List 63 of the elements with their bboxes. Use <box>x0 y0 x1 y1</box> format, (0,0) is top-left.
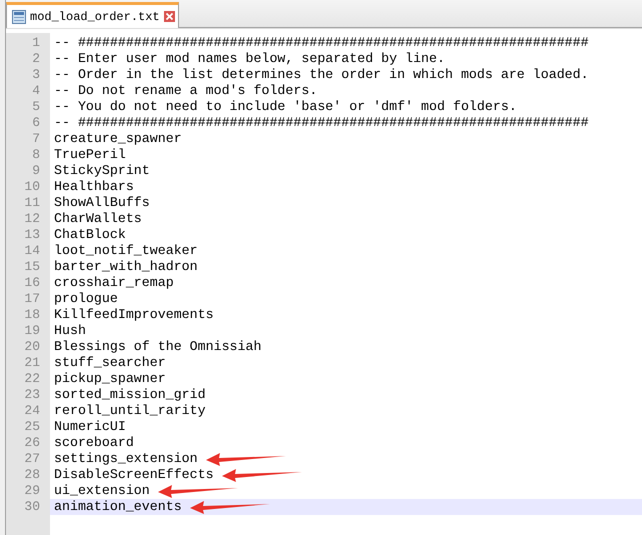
line-number: 17 <box>23 291 41 307</box>
code-line: -- ################################################################ <box>54 35 589 51</box>
line-number: 11 <box>23 195 41 211</box>
line-number: 13 <box>23 227 41 243</box>
line-number: 5 <box>31 99 41 115</box>
line-number: 16 <box>23 275 41 291</box>
line-number: 12 <box>23 211 41 227</box>
code-line: sorted_mission_grid <box>54 387 206 403</box>
line-number: 10 <box>23 179 41 195</box>
line-number: 25 <box>23 419 41 435</box>
line-number: 22 <box>23 371 41 387</box>
line-number: 14 <box>23 243 41 259</box>
code-line: Blessings of the Omnissiah <box>54 339 262 355</box>
line-number: 29 <box>23 483 41 499</box>
line-number: 2 <box>31 51 41 67</box>
line-number: 21 <box>23 355 41 371</box>
line-number: 4 <box>31 83 41 99</box>
code-line: CharWallets <box>54 211 142 227</box>
line-number: 8 <box>31 147 41 163</box>
line-number: 19 <box>23 323 41 339</box>
line-number: 3 <box>31 67 41 83</box>
code-line: ShowAllBuffs <box>54 195 150 211</box>
code-line: settings_extension <box>54 451 198 467</box>
line-number: 9 <box>31 163 41 179</box>
line-number: 18 <box>23 307 41 323</box>
code-line: KillfeedImprovements <box>54 307 214 323</box>
code-line: reroll_until_rarity <box>54 403 206 419</box>
line-number: 20 <box>23 339 41 355</box>
code-line: -- Do not rename a mod's folders. <box>54 83 318 99</box>
code-line: animation_events <box>54 499 182 515</box>
code-line: barter_with_hadron <box>54 259 198 275</box>
line-number: 30 <box>23 499 41 515</box>
code-line: scoreboard <box>54 435 134 451</box>
code-line: Healthbars <box>54 179 134 195</box>
code-line: TruePeril <box>54 147 126 163</box>
code-line: StickySprint <box>54 163 150 179</box>
code-line: pickup_spawner <box>54 371 166 387</box>
code-line: -- ################################################################ <box>54 115 589 131</box>
code-line: ui_extension <box>54 483 150 499</box>
line-number: 6 <box>31 115 41 131</box>
line-number: 23 <box>23 387 41 403</box>
line-number: 24 <box>23 403 41 419</box>
code-line: loot_notif_tweaker <box>54 243 198 259</box>
code-line: ChatBlock <box>54 227 126 243</box>
code-line: crosshair_remap <box>54 275 174 291</box>
code-line: DisableScreenEffects <box>54 467 214 483</box>
line-number: 15 <box>23 259 41 275</box>
code-line: -- You do not need to include 'base' or 'dmf' mod folders. <box>54 99 517 115</box>
line-number: 27 <box>23 451 41 467</box>
code-line: stuff_searcher <box>54 355 166 371</box>
code-line: creature_spawner <box>54 131 182 147</box>
code-line: -- Order in the list determines the order in which mods are loaded. <box>54 67 589 83</box>
line-number: 7 <box>31 131 41 147</box>
close-icon[interactable] <box>164 11 175 22</box>
line-number: 28 <box>23 467 41 483</box>
code-line: NumericUI <box>54 419 126 435</box>
code-line: prologue <box>54 291 118 307</box>
line-number: 1 <box>31 35 41 51</box>
file-tab[interactable]: mod_load_order.txt <box>6 2 179 28</box>
code-line: Hush <box>54 323 86 339</box>
line-number: 26 <box>23 435 41 451</box>
code-line: -- Enter user mod names below, separated by line. <box>54 51 445 67</box>
file-icon <box>12 10 26 24</box>
